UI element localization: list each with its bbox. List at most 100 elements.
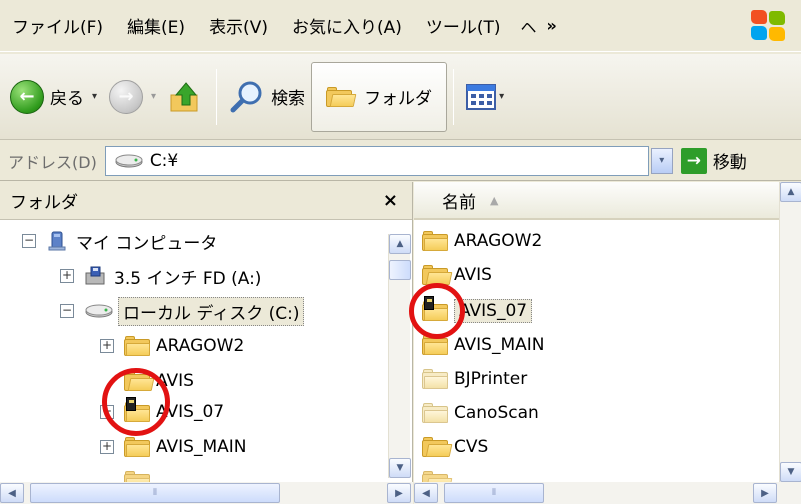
- views-dropdown-caret[interactable]: ▾: [499, 91, 504, 102]
- back-button[interactable]: ← 戻る ▾: [4, 63, 103, 131]
- address-input[interactable]: C:¥: [104, 145, 649, 176]
- file-item-avis-07[interactable]: AVIS_07: [422, 294, 533, 328]
- expand-toggle[interactable]: +: [100, 339, 114, 353]
- tree-item-label: マイ コンピュータ: [76, 233, 218, 254]
- toolbar-separator: [216, 68, 218, 125]
- menu-view[interactable]: 表示(V): [197, 13, 280, 38]
- file-list-vertical-scrollbar[interactable]: ▲ ▼: [779, 182, 801, 482]
- scroll-thumb[interactable]: ⦀: [444, 483, 544, 503]
- folder-icon: [422, 231, 448, 251]
- menu-tools[interactable]: ツール(T): [414, 13, 513, 38]
- tree-item-avis[interactable]: AVIS: [124, 364, 194, 398]
- file-item-label: CVS: [454, 437, 489, 457]
- windows-logo-icon: [751, 10, 787, 42]
- close-icon[interactable]: ×: [383, 190, 398, 211]
- address-label: アドレス(D): [8, 152, 97, 172]
- scroll-left-button[interactable]: ◀: [414, 483, 438, 503]
- menu-favorites[interactable]: お気に入り(A): [280, 13, 414, 38]
- expand-toggle[interactable]: +: [60, 269, 74, 283]
- floppy-drive-icon: [85, 266, 105, 285]
- tree-item-label: AVIS: [156, 371, 194, 391]
- scroll-left-button[interactable]: ◀: [0, 483, 24, 503]
- scroll-down-button[interactable]: ▼: [389, 458, 411, 478]
- folders-label: フォルダ: [364, 89, 433, 109]
- scroll-up-button[interactable]: ▲: [389, 234, 411, 254]
- tree-item-my-computer[interactable]: − マイ コンピュータ: [22, 224, 217, 258]
- tree-item-avis-main[interactable]: + AVIS_MAIN: [100, 430, 247, 464]
- menu-help-truncated[interactable]: ヘ: [513, 14, 545, 38]
- program-folder-icon: [422, 296, 448, 321]
- back-label: 戻る: [50, 89, 84, 109]
- tree-item-label: AVIS_07: [156, 402, 225, 422]
- file-item-bjprinter[interactable]: BJPrinter: [422, 362, 527, 396]
- folders-horizontal-scrollbar[interactable]: ◀ ⦀ ▶: [0, 482, 413, 504]
- file-item-avis-main[interactable]: AVIS_MAIN: [422, 328, 545, 362]
- tree-item-label: 3.5 インチ FD (A:): [114, 268, 262, 289]
- file-item-label: AVIS_07: [454, 299, 533, 323]
- folders-pane: フォルダ × − マイ コンピュータ + 3.5 インチ FD (A:) − ロ…: [0, 182, 413, 504]
- folder-icon: [422, 369, 448, 389]
- folders-button[interactable]: フォルダ: [311, 61, 448, 132]
- menu-bar: ファイル(F) 編集(E) 表示(V) お気に入り(A) ツール(T) ヘ »: [0, 0, 801, 52]
- collapse-toggle[interactable]: −: [22, 234, 36, 248]
- folders-vertical-scrollbar[interactable]: ▲ ▼: [388, 234, 411, 478]
- views-grid-icon: [466, 83, 497, 110]
- column-header-name[interactable]: 名前 ▲: [414, 182, 801, 220]
- menu-file[interactable]: ファイル(F): [0, 13, 115, 38]
- folder-icon: [124, 336, 150, 356]
- tree-item-aragow2[interactable]: + ARAGOW2: [100, 329, 244, 363]
- folder-icon: [422, 403, 448, 423]
- file-list-pane: 名前 ▲ ARAGOW2 AVIS AVIS_07 AVIS_MAIN BJPr…: [414, 182, 801, 504]
- file-item-canoscan[interactable]: CanoScan: [422, 396, 539, 430]
- expand-toggle[interactable]: +: [100, 440, 114, 454]
- folder-icon: [124, 437, 150, 457]
- tree-item-avis-07[interactable]: + AVIS_07: [100, 395, 224, 429]
- standard-toolbar: ← 戻る ▾ → ▾ 検索 フォルダ ▾: [0, 54, 801, 140]
- tree-item-label: ローカル ディスク (C:): [118, 296, 305, 326]
- hard-drive-icon: [85, 304, 113, 318]
- file-item-label: ARAGOW2: [454, 231, 543, 251]
- tree-item-label: ARAGOW2: [156, 336, 245, 356]
- go-arrow-icon[interactable]: →: [680, 147, 707, 174]
- file-list-horizontal-scrollbar[interactable]: ◀ ⦀ ▶: [414, 482, 801, 504]
- menu-edit[interactable]: 編集(E): [115, 13, 197, 38]
- go-button-label[interactable]: 移動: [713, 148, 747, 173]
- file-item-aragow2[interactable]: ARAGOW2: [422, 224, 542, 258]
- scroll-right-button[interactable]: ▶: [387, 483, 411, 503]
- views-button[interactable]: ▾: [460, 63, 510, 131]
- scroll-thumb[interactable]: [389, 260, 411, 280]
- forward-dropdown-caret[interactable]: ▾: [151, 91, 156, 102]
- collapse-toggle[interactable]: −: [60, 304, 74, 318]
- my-computer-icon: [48, 231, 66, 251]
- file-item-avis[interactable]: AVIS: [422, 258, 492, 292]
- toolbar-separator-2: [453, 68, 455, 125]
- folder-icon: [422, 335, 448, 355]
- back-dropdown-caret[interactable]: ▾: [92, 91, 97, 102]
- file-item-label: BJPrinter: [454, 369, 528, 389]
- forward-arrow-icon: →: [109, 79, 144, 114]
- scroll-right-button[interactable]: ▶: [753, 483, 777, 503]
- scroll-up-button[interactable]: ▲: [780, 182, 801, 202]
- folders-pane-title: フォルダ: [10, 193, 78, 213]
- forward-button[interactable]: → ▾: [103, 63, 162, 131]
- program-folder-icon: [124, 397, 150, 422]
- address-bar: アドレス(D) C:¥ ▾ → 移動: [0, 141, 801, 181]
- tree-item-local-disk-c[interactable]: − ローカル ディスク (C:): [60, 294, 305, 328]
- scroll-thumb[interactable]: ⦀: [30, 483, 280, 503]
- column-header-label: 名前: [442, 192, 476, 213]
- up-folder-icon: [170, 81, 198, 111]
- address-dropdown-button[interactable]: ▾: [650, 147, 673, 174]
- open-folder-icon: [124, 371, 155, 391]
- back-arrow-icon: ←: [10, 79, 44, 114]
- hard-drive-icon: [115, 154, 143, 167]
- tree-item-label: AVIS_MAIN: [156, 437, 247, 457]
- up-folder-button[interactable]: [162, 63, 210, 131]
- scroll-down-button[interactable]: ▼: [780, 462, 801, 482]
- search-button[interactable]: 検索: [223, 63, 311, 131]
- menu-overflow-chevron[interactable]: »: [547, 16, 557, 35]
- expand-toggle[interactable]: +: [100, 405, 114, 419]
- search-label: 検索: [271, 89, 306, 109]
- file-item-cvs[interactable]: CVS: [422, 430, 488, 464]
- open-folder-icon: [422, 265, 453, 285]
- tree-item-floppy[interactable]: + 3.5 インチ FD (A:): [60, 259, 261, 293]
